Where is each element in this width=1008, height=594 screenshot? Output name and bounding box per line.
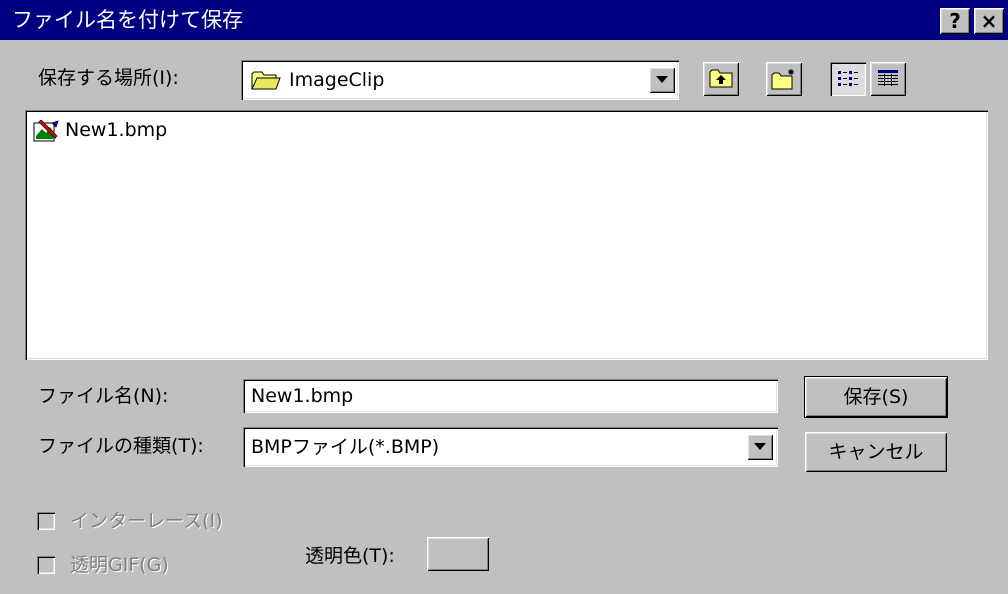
transparent-gif-checkbox[interactable] <box>37 556 55 574</box>
cancel-button-label: キャンセル <box>828 441 924 463</box>
up-one-level-button[interactable] <box>703 62 739 96</box>
filetype-dropdown-button[interactable] <box>747 434 773 460</box>
cancel-button[interactable]: キャンセル <box>805 432 947 472</box>
new-folder-button[interactable] <box>766 62 802 96</box>
help-button[interactable]: ? <box>940 8 970 34</box>
save-button-label: 保存(S) <box>843 386 909 408</box>
list-view-icon <box>838 71 858 86</box>
interlace-checkbox[interactable] <box>37 512 55 530</box>
look-in-dropdown-button[interactable] <box>649 67 675 93</box>
look-in-combobox[interactable]: ImageClip <box>241 60 679 100</box>
look-in-value: ImageClip <box>289 69 385 91</box>
interlace-label: インターレース(I) <box>70 510 223 532</box>
file-list[interactable]: New1.bmp <box>25 110 988 360</box>
chevron-down-icon <box>754 443 766 450</box>
look-in-label: 保存する場所(I): <box>38 67 179 89</box>
transparent-gif-label: 透明GIF(G) <box>70 554 169 576</box>
chevron-down-icon <box>656 76 668 83</box>
up-one-level-icon <box>709 69 733 88</box>
bitmap-file-icon <box>33 119 59 147</box>
transparent-color-button[interactable] <box>427 537 489 571</box>
save-button[interactable]: 保存(S) <box>804 376 948 418</box>
filetype-combobox[interactable]: BMPファイル(*.BMP) <box>243 427 778 467</box>
filename-value: New1.bmp <box>251 385 354 407</box>
filename-label: ファイル名(N): <box>38 385 169 407</box>
filetype-label: ファイルの種類(T): <box>38 435 204 457</box>
details-view-icon <box>878 70 898 86</box>
list-item-label: New1.bmp <box>65 119 168 141</box>
filename-field[interactable]: New1.bmp <box>243 379 778 413</box>
close-button[interactable]: × <box>974 8 1004 34</box>
window-title: ファイル名を付けて保存 <box>12 8 243 32</box>
folder-icon <box>251 69 281 96</box>
list-view-button[interactable] <box>830 62 866 96</box>
new-folder-icon <box>771 69 794 90</box>
filetype-value: BMPファイル(*.BMP) <box>251 436 440 458</box>
transparent-color-label: 透明色(T): <box>305 545 395 567</box>
details-view-button[interactable] <box>870 62 906 96</box>
